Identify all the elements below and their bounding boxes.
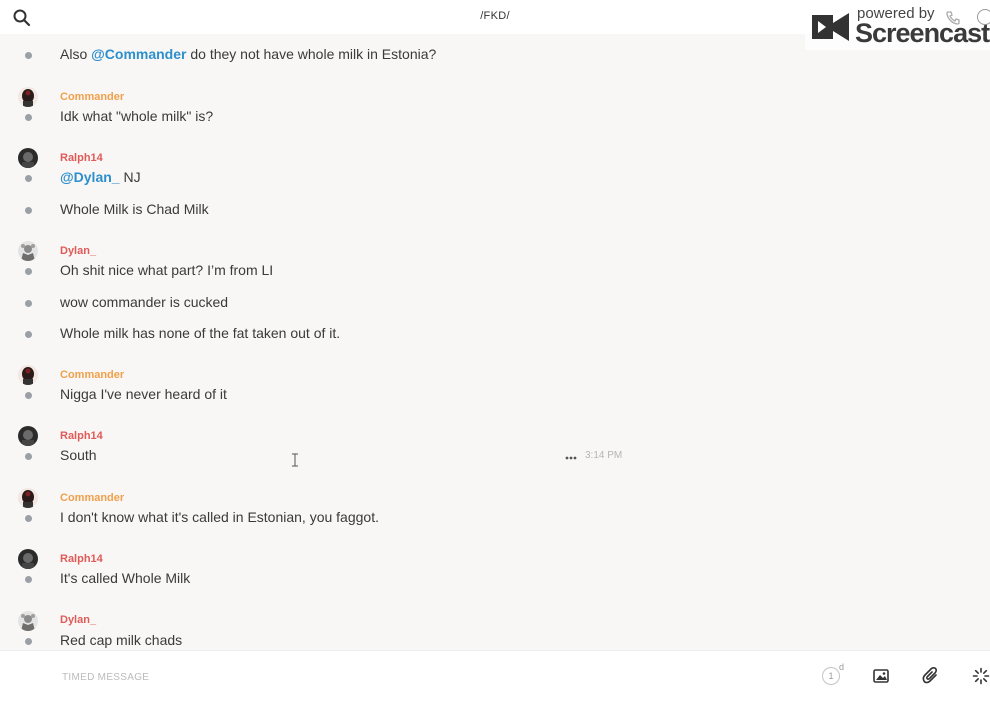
- message-text: Oh shit nice what part? I’m from LI: [60, 262, 274, 278]
- message: I don't know what it's called in Estonia…: [0, 507, 990, 531]
- avatar-commander[interactable]: [18, 365, 38, 385]
- image-icon[interactable]: [873, 668, 889, 684]
- message-bullet: [25, 453, 32, 460]
- info-icon: [977, 9, 990, 25]
- message: Also @Commander do they not have whole m…: [0, 44, 990, 68]
- mention-link[interactable]: @Commander: [91, 46, 186, 62]
- avatar-dylan[interactable]: [18, 241, 38, 261]
- author-name[interactable]: Dylan_: [60, 245, 96, 257]
- message-text: Whole Milk is Chad Milk: [60, 201, 209, 217]
- message: Idk what "whole milk" is?: [0, 106, 990, 130]
- avatar-dylan[interactable]: [18, 611, 38, 631]
- message: Red cap milk chads: [0, 630, 990, 650]
- message-text-part: Also: [60, 46, 92, 62]
- message-text-part: NJ: [119, 169, 141, 185]
- message-text: I don't know what it's called in Estonia…: [60, 509, 379, 525]
- message-text: South: [60, 447, 97, 463]
- message-text: It's called Whole Milk: [60, 570, 191, 586]
- message-bullet: [25, 300, 32, 307]
- message: Whole milk has none of the fat taken out…: [0, 323, 990, 347]
- avatar-commander[interactable]: [18, 488, 38, 508]
- message-text-part: do they not have whole milk in Estonia?: [186, 46, 437, 62]
- author-name[interactable]: Ralph14: [60, 430, 103, 442]
- text-cursor-icon: [291, 453, 299, 470]
- message-text: @Dylan_ NJ: [60, 169, 141, 185]
- timer-value: 1: [822, 667, 840, 685]
- message: It's called Whole Milk: [0, 568, 990, 592]
- avatar-ralph14[interactable]: [18, 426, 38, 446]
- author-name[interactable]: Commander: [60, 91, 124, 103]
- message-bullet: [25, 576, 32, 583]
- avatar-ralph14[interactable]: [18, 148, 38, 168]
- author-name[interactable]: Ralph14: [60, 152, 103, 164]
- message: Whole Milk is Chad Milk: [0, 199, 990, 223]
- avatar-ralph14[interactable]: [18, 549, 38, 569]
- paperclip-icon[interactable]: [922, 667, 940, 685]
- more-options-icon[interactable]: [564, 451, 578, 463]
- message-bullet: [25, 268, 32, 275]
- message: Nigga I've never heard of it: [0, 384, 990, 408]
- message-bullet: [25, 392, 32, 399]
- message-text: wow commander is cucked: [60, 294, 229, 310]
- author-name[interactable]: Dylan_: [60, 614, 96, 626]
- author-name[interactable]: Commander: [60, 492, 124, 504]
- message-text: Red cap milk chads: [60, 632, 183, 648]
- message-text: Also @Commander do they not have whole m…: [60, 46, 436, 62]
- message-bullet: [25, 207, 32, 214]
- message-bullet: [25, 114, 32, 121]
- avatar-commander[interactable]: [18, 87, 38, 107]
- message-bullet: [25, 52, 32, 59]
- message-timestamp: 3:14 PM: [585, 450, 623, 461]
- message-bullet: [25, 175, 32, 182]
- mention-link[interactable]: @Dylan_: [60, 169, 120, 185]
- phone-icon: [945, 10, 961, 31]
- message-input[interactable]: [60, 666, 764, 688]
- message-bullet: [25, 515, 32, 522]
- message-text: Idk what "whole milk" is?: [60, 108, 214, 124]
- author-name[interactable]: Commander: [60, 369, 124, 381]
- spinner-icon[interactable]: [972, 667, 990, 685]
- message-timer-button[interactable]: 1 d: [822, 662, 844, 687]
- message-text: Nigga I've never heard of it: [60, 386, 227, 402]
- composer-bar: 1 d: [0, 650, 990, 701]
- message-hovered[interactable]: South 3:14 PM: [0, 445, 990, 469]
- message-text: Whole milk has none of the fat taken out…: [60, 325, 341, 341]
- message-bullet: [25, 331, 32, 338]
- message-bullet: [25, 638, 32, 645]
- author-name[interactable]: Ralph14: [60, 553, 103, 565]
- timer-unit: d: [839, 662, 845, 672]
- message: Oh shit nice what part? I’m from LI: [0, 260, 990, 284]
- message: wow commander is cucked: [0, 292, 990, 316]
- message: @Dylan_ NJ: [0, 167, 990, 191]
- message-list: Also @Commander do they not have whole m…: [0, 34, 990, 650]
